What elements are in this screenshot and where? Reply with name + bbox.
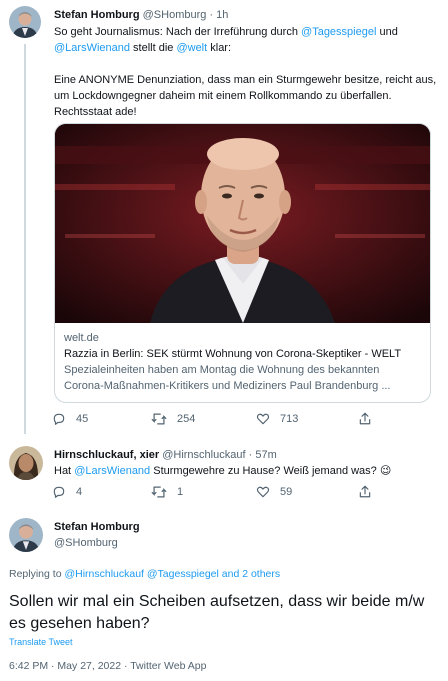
reply-count: 4: [76, 486, 83, 498]
like-count: 713: [280, 413, 299, 425]
retweet-button[interactable]: 254: [151, 412, 195, 426]
card-domain: welt.de: [64, 332, 99, 344]
share-button[interactable]: [358, 411, 372, 426]
text-segment: Hat: [54, 465, 75, 477]
text-segment: So geht Journalismus: Nach der Irreführu…: [54, 26, 302, 38]
reply-button[interactable]: 4: [52, 485, 82, 499]
display-name[interactable]: Hirnschluckauf, xier: [54, 449, 159, 461]
retweet-button[interactable]: 1: [151, 485, 183, 499]
user-handle[interactable]: @Hirnschluckauf: [162, 449, 245, 461]
text-paragraph: Eine ANONYME Denunziation, dass man ein …: [54, 74, 437, 118]
text-segment: stellt die: [129, 42, 177, 54]
link-card[interactable]: welt.de Razzia in Berlin: SEK stürmt Woh…: [54, 123, 431, 403]
display-name[interactable]: Stefan Homburg: [54, 521, 140, 533]
like-button[interactable]: 713: [256, 412, 298, 426]
text-segment: Sturmgewehre zu Hause? Weiß jemand was? …: [150, 465, 392, 477]
replying-prefix: Replying to: [9, 568, 65, 580]
reply-icon: [52, 412, 66, 426]
avatar[interactable]: [9, 6, 41, 38]
card-description-line: Spezialeinheiten haben am Montag die Woh…: [64, 364, 380, 376]
tweet-text: Hat @LarsWienand Sturmgewehre zu Hause? …: [54, 463, 391, 479]
heart-icon: [256, 485, 270, 499]
avatar[interactable]: [9, 518, 43, 552]
tweet-header: Hirnschluckauf, xier @Hirnschluckauf · 5…: [54, 449, 277, 461]
like-count: 59: [280, 486, 293, 498]
share-icon: [358, 411, 372, 426]
card-title: Razzia in Berlin: SEK stürmt Wohnung von…: [64, 348, 402, 360]
separator: ·: [248, 449, 253, 461]
card-description-line: Corona-Maßnahmen-Kritikers und Mediziner…: [64, 380, 391, 392]
thread-line: [24, 44, 26, 434]
share-button[interactable]: [358, 484, 372, 499]
tweet-time[interactable]: 57m: [255, 449, 276, 461]
text-segment: klar:: [207, 42, 232, 54]
separator: ·: [209, 9, 214, 21]
avatar[interactable]: [9, 446, 43, 480]
replying-to-link[interactable]: @Hirnschluckauf @Tagesspiegel and 2 othe…: [64, 568, 280, 580]
retweet-count: 1: [177, 486, 184, 498]
translate-tweet-link[interactable]: Translate Tweet: [9, 637, 73, 647]
tweet-text: So geht Journalismus: Nach der Irreführu…: [54, 24, 439, 136]
text-segment: und: [376, 26, 398, 38]
heart-icon: [256, 412, 270, 426]
mention-link[interactable]: @LarsWienand: [74, 465, 150, 477]
card-meta: welt.de Razzia in Berlin: SEK stürmt Woh…: [64, 330, 424, 394]
share-icon: [358, 484, 372, 499]
reply-button[interactable]: 45: [52, 412, 88, 426]
card-image: [55, 124, 430, 323]
tweet-header: Stefan Homburg @SHomburg · 1h: [54, 9, 228, 21]
replying-to: Replying to @Hirnschluckauf @Tagesspiege…: [9, 568, 280, 580]
user-handle[interactable]: @SHomburg: [143, 9, 207, 21]
mention-link[interactable]: @Tagesspiegel: [301, 26, 376, 38]
retweet-count: 254: [177, 413, 196, 425]
tweet-text: Sollen wir mal ein Scheiben aufsetzen, d…: [9, 593, 425, 632]
retweet-icon: [151, 412, 167, 426]
like-button[interactable]: 59: [256, 485, 292, 499]
retweet-icon: [151, 485, 167, 499]
display-name[interactable]: Stefan Homburg: [54, 9, 140, 21]
tweet-timestamp[interactable]: 6:42 PM · May 27, 2022 · Twitter Web App: [9, 660, 206, 672]
mention-link[interactable]: @welt: [176, 42, 207, 54]
reply-icon: [52, 485, 66, 499]
tweet-time[interactable]: 1h: [216, 9, 228, 21]
user-handle[interactable]: @SHomburg: [54, 537, 118, 549]
mention-link[interactable]: @LarsWienand: [54, 42, 130, 54]
reply-count: 45: [76, 413, 89, 425]
